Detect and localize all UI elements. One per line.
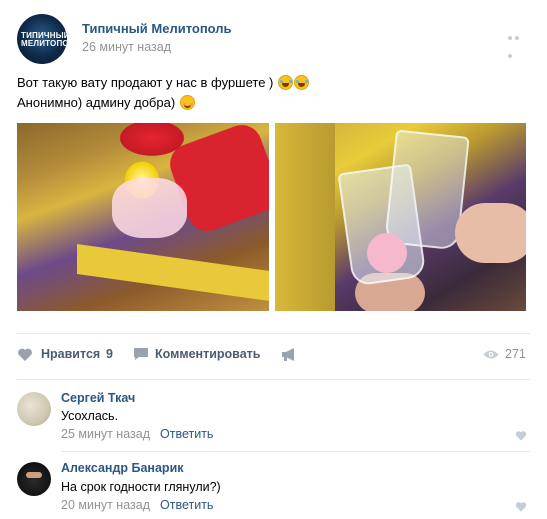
post-text-line-1: Вот такую вату продают у нас в фуршете ) [17,75,274,90]
comment-time[interactable]: 25 минут назад [61,427,150,441]
comment-time[interactable]: 20 минут назад [61,498,150,512]
wall-post: ТИПИЧНЫЙ МЕЛИТОПОЛЬ Типичный Мелитополь … [0,0,547,519]
heart-icon[interactable] [17,347,33,362]
views-count: 271 [505,347,526,361]
laughing-emoji-icon [278,75,294,90]
post-text-line-2: Анонимно) админу добра) [17,95,176,110]
smiling-emoji-icon [179,95,195,110]
divider [17,379,530,380]
comment-heart-icon[interactable] [515,501,527,512]
post-text: Вот такую вату продают у нас в фуршете )… [17,73,310,113]
post-actions-bar: Нравится 9 Комментировать 271 [0,334,547,374]
comment-button[interactable]: Комментировать [155,347,260,361]
commenter-avatar[interactable] [17,392,51,426]
commenter-avatar[interactable] [17,462,51,496]
group-logo-text: ТИПИЧНЫЙ МЕЛИТОПОЛЬ [21,31,67,48]
group-avatar[interactable]: ТИПИЧНЫЙ МЕЛИТОПОЛЬ [17,14,67,64]
more-options-icon[interactable] [508,27,528,58]
post-photo-1[interactable] [17,123,269,311]
post-photo-2[interactable] [275,123,526,311]
group-name-link[interactable]: Типичный Мелитополь [82,21,232,36]
post-timestamp[interactable]: 26 минут назад [82,40,171,54]
comment-icon[interactable] [133,347,149,361]
comment-author[interactable]: Сергей Ткач [61,391,135,405]
share-megaphone-icon[interactable] [281,347,298,362]
comment-author[interactable]: Александр Банарик [61,461,184,475]
like-button[interactable]: Нравится [41,347,100,361]
comment-heart-icon[interactable] [515,430,527,441]
comment-text: Усохлась. [61,409,119,423]
like-count[interactable]: 9 [106,347,113,361]
views-eye-icon [483,350,499,359]
laughing-emoji-icon [294,75,310,90]
comment-text: На срок годности глянули?) [61,480,221,494]
divider [61,451,530,452]
reply-button[interactable]: Ответить [160,427,213,441]
reply-button[interactable]: Ответить [160,498,213,512]
